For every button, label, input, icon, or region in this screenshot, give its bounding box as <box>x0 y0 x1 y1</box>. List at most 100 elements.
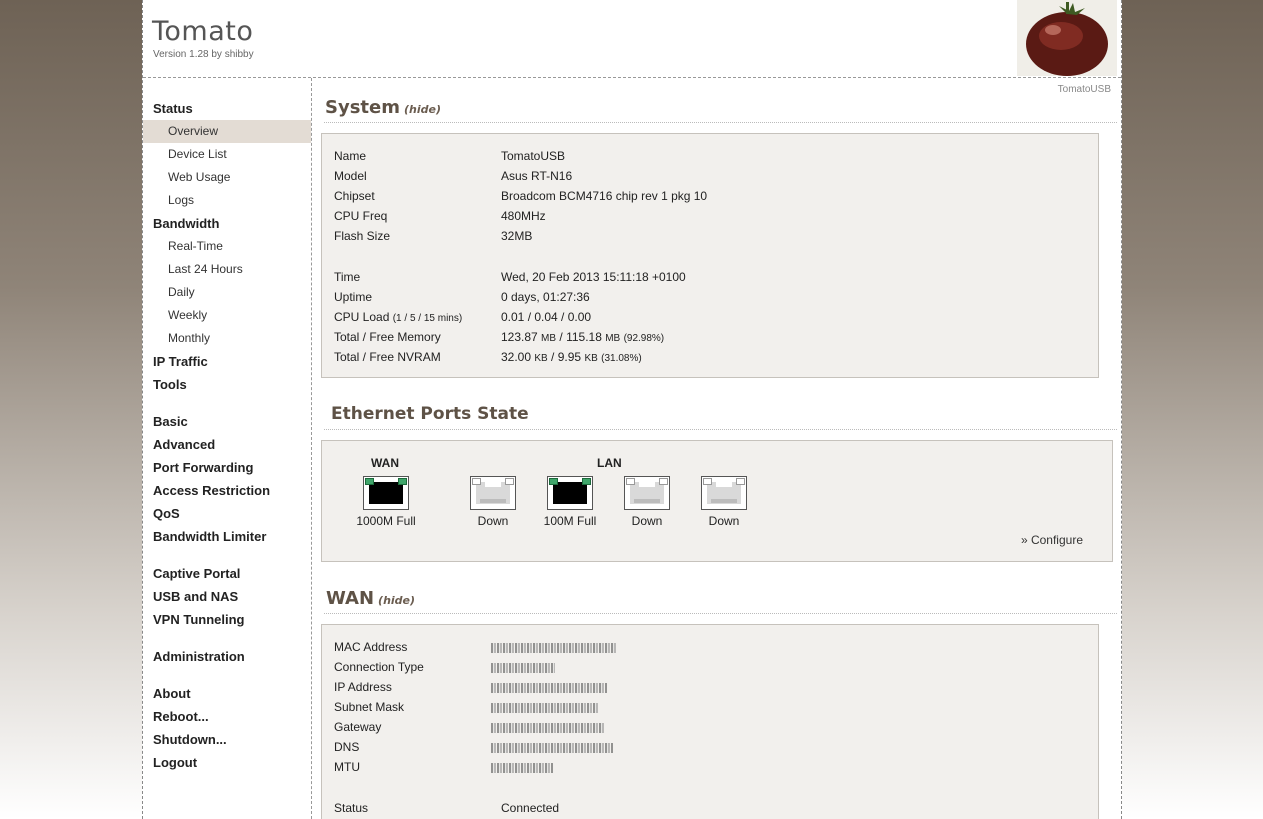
nav-weekly[interactable]: Weekly <box>143 304 311 327</box>
row-label: Total / Free NVRAM <box>334 350 441 364</box>
nav-monthly[interactable]: Monthly <box>143 327 311 350</box>
nvram-percent: (31.08%) <box>601 353 642 364</box>
wan-row-mac: MAC Address <box>334 637 1034 657</box>
system-row-time: Time Wed, 20 Feb 2013 15:11:18 +0100 <box>334 267 1034 287</box>
page-frame: Tomato Version 1.28 by shibby Status Ove… <box>142 0 1122 819</box>
ethernet-port-icon <box>547 476 593 510</box>
nvram-total: 32.00 <box>501 350 532 364</box>
redacted-value <box>491 722 605 733</box>
row-label: Gateway <box>334 720 382 734</box>
redacted-value <box>491 702 599 713</box>
nav-logout[interactable]: Logout <box>143 751 311 774</box>
divider <box>324 122 1117 123</box>
nav-daily[interactable]: Daily <box>143 281 311 304</box>
nav-last-24-hours[interactable]: Last 24 Hours <box>143 258 311 281</box>
port-status: Down <box>477 514 509 528</box>
redacted-value <box>491 742 613 753</box>
port-status: 100M Full <box>543 514 597 528</box>
wan-row-gateway: Gateway <box>334 717 1034 737</box>
ethernet-port-icon <box>624 476 670 510</box>
nav-shutdown[interactable]: Shutdown... <box>143 728 311 751</box>
ethernet-section-title: Ethernet Ports State <box>331 404 529 424</box>
row-value-obscured <box>491 717 605 737</box>
port-status: Down <box>708 514 740 528</box>
nav-overview[interactable]: Overview <box>143 120 311 143</box>
port-lan-2: 100M Full <box>540 476 600 528</box>
row-value: TomatoUSB <box>501 149 566 163</box>
nav-usb-and-nas[interactable]: USB and NAS <box>143 585 311 608</box>
port-lan-4: Down <box>694 476 754 528</box>
row-label: Status <box>334 801 369 815</box>
configure-link[interactable]: » Configure <box>1021 533 1083 547</box>
system-title-text: System <box>325 97 400 118</box>
nav-status[interactable]: Status <box>143 97 311 120</box>
wan-row-status: Status Connected <box>334 798 1034 818</box>
system-hide-link[interactable]: (hide) <box>404 103 441 116</box>
system-row-cpu-freq: CPU Freq 480MHz <box>334 206 1034 226</box>
app-title: Tomato <box>152 16 254 47</box>
nav-qos[interactable]: QoS <box>143 502 311 525</box>
row-label: IP Address <box>334 680 392 694</box>
row-label: CPU Load (1 / 5 / 15 mins) <box>334 307 462 329</box>
redacted-value <box>491 762 553 773</box>
wan-title-text: WAN <box>326 588 375 609</box>
row-value-obscured <box>491 697 599 717</box>
nav-device-list[interactable]: Device List <box>143 143 311 166</box>
nav-web-usage[interactable]: Web Usage <box>143 166 311 189</box>
row-label: Subnet Mask <box>334 700 405 714</box>
row-value: 32MB <box>501 229 533 243</box>
redacted-value <box>491 662 555 673</box>
nav-ip-traffic[interactable]: IP Traffic <box>143 350 311 373</box>
nav-reboot[interactable]: Reboot... <box>143 705 311 728</box>
nav-vpn-tunneling[interactable]: VPN Tunneling <box>143 608 311 631</box>
port-status: Down <box>631 514 663 528</box>
row-label: Time <box>334 270 361 284</box>
lan-port-heading: LAN <box>597 456 622 470</box>
row-value: 32.00 KB / 9.95 KB (31.08%) <box>501 350 642 364</box>
wan-port-heading: WAN <box>371 456 399 470</box>
system-row-model: Model Asus RT-N16 <box>334 166 1034 186</box>
cpu-load-interval: (1 / 5 / 15 mins) <box>392 313 463 324</box>
wan-row-connection-type: Connection Type <box>334 657 1034 677</box>
system-row-nvram: Total / Free NVRAM 32.00 KB / 9.95 KB (31… <box>334 347 1034 367</box>
nav-basic[interactable]: Basic <box>143 410 311 433</box>
system-row-uptime: Uptime 0 days, 01:27:36 <box>334 287 1034 307</box>
row-value: Wed, 20 Feb 2013 15:11:18 +0100 <box>501 270 686 284</box>
header: Tomato Version 1.28 by shibby <box>143 0 1121 78</box>
nav-port-forwarding[interactable]: Port Forwarding <box>143 456 311 479</box>
system-section-title: System (hide) <box>325 97 441 118</box>
row-label: Chipset <box>334 189 375 203</box>
redacted-value <box>491 682 607 693</box>
divider <box>324 613 1117 614</box>
wan-row-mtu: MTU <box>334 757 1034 777</box>
system-row-cpu-load: CPU Load (1 / 5 / 15 mins) 0.01 / 0.04 / … <box>334 307 1034 327</box>
ethernet-port-icon <box>701 476 747 510</box>
nav-captive-portal[interactable]: Captive Portal <box>143 562 311 585</box>
nav-advanced[interactable]: Advanced <box>143 433 311 456</box>
mem-unit: MB <box>605 333 621 344</box>
nvram-free: 9.95 <box>557 350 582 364</box>
mem-unit: MB <box>541 333 557 344</box>
row-value: 0.01 / 0.04 / 0.00 <box>501 310 592 324</box>
nav-administration[interactable]: Administration <box>143 645 311 668</box>
nav-tools[interactable]: Tools <box>143 373 311 396</box>
wan-row-subnet-mask: Subnet Mask <box>334 697 1034 717</box>
system-row-flash-size: Flash Size 32MB <box>334 226 1034 246</box>
port-wan: 1000M Full <box>356 476 416 528</box>
row-value-obscured <box>491 657 555 677</box>
ethernet-port-icon <box>363 476 409 510</box>
row-value-obscured <box>491 677 607 697</box>
system-panel: Name TomatoUSB Model Asus RT-N16 Chipset Br… <box>321 133 1099 378</box>
nav-about[interactable]: About <box>143 682 311 705</box>
row-label: MAC Address <box>334 640 408 654</box>
row-label: MTU <box>334 760 360 774</box>
nav-bandwidth[interactable]: Bandwidth <box>143 212 311 235</box>
wan-section-title: WAN (hide) <box>326 588 415 609</box>
nav-real-time[interactable]: Real-Time <box>143 235 311 258</box>
nav-bandwidth-limiter[interactable]: Bandwidth Limiter <box>143 525 311 548</box>
system-row-chipset: Chipset Broadcom BCM4716 chip rev 1 pkg 1… <box>334 186 1034 206</box>
wan-hide-link[interactable]: (hide) <box>378 594 415 607</box>
nav-access-restriction[interactable]: Access Restriction <box>143 479 311 502</box>
nav-logs[interactable]: Logs <box>143 189 311 212</box>
nvram-unit: KB <box>584 353 598 364</box>
